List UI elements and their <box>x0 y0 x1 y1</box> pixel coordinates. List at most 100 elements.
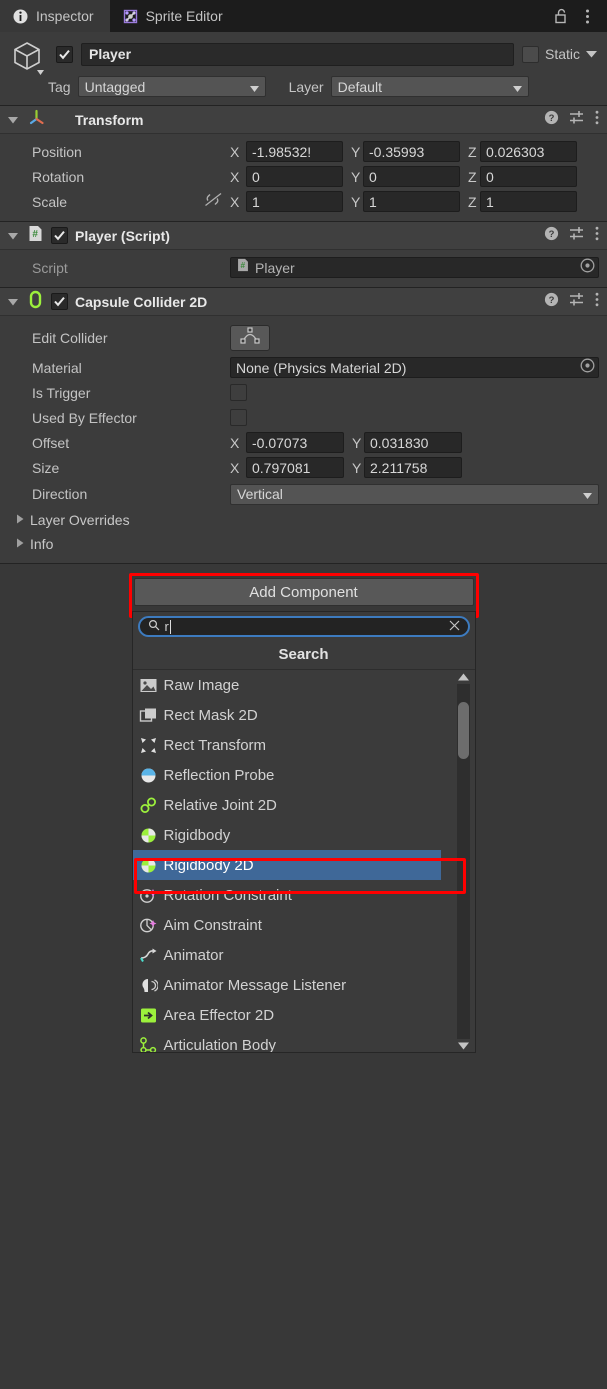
list-item[interactable]: Animator Message Listener <box>133 970 441 1000</box>
scale-z-input[interactable]: 1 <box>480 191 577 212</box>
rotation-x-input[interactable]: 0 <box>246 166 343 187</box>
kebab-menu-icon[interactable] <box>595 292 599 312</box>
layer-dropdown[interactable]: Default <box>330 76 529 97</box>
help-icon[interactable]: ? <box>544 292 559 312</box>
foldout-triangle-down-icon[interactable] <box>6 116 20 124</box>
position-x-input[interactable]: -1.98532! <box>246 141 343 162</box>
static-control: Static <box>521 45 597 63</box>
axis-x-label: X <box>230 168 240 185</box>
axis-y-label: Y <box>351 193 361 210</box>
tab-inspector[interactable]: Inspector <box>0 0 110 32</box>
scale-y-input[interactable]: 1 <box>363 191 460 212</box>
capsule-collider-title: Capsule Collider 2D <box>75 293 208 310</box>
player-script-body: Script # Player <box>0 250 607 287</box>
scroll-up-arrow-icon[interactable] <box>458 670 469 684</box>
capsule-collider-header[interactable]: Capsule Collider 2D ? <box>0 288 607 316</box>
component-list[interactable]: Raw Image Rect Mask 2D Rect Transform Re… <box>132 669 475 1052</box>
constrain-proportions-off-icon[interactable] <box>204 192 230 212</box>
clear-x-icon[interactable] <box>449 618 460 636</box>
object-picker-icon[interactable] <box>579 257 596 279</box>
component-search-panel: r Search Raw Image Rect Mask 2D Rect Tra… <box>131 611 476 1053</box>
position-z-input[interactable]: 0.026303 <box>480 141 577 162</box>
offset-x-input[interactable]: -0.07073 <box>246 432 344 453</box>
info-foldout[interactable]: Info <box>8 532 599 556</box>
static-label: Static <box>544 46 580 62</box>
list-item[interactable]: Articulation Body <box>133 1030 441 1052</box>
used-by-effector-checkbox[interactable] <box>230 409 247 426</box>
scrollbar-thumb[interactable] <box>458 702 469 759</box>
static-checkbox[interactable] <box>521 45 539 63</box>
preset-settings-icon[interactable] <box>569 292 585 312</box>
direction-dropdown[interactable]: Vertical <box>230 483 599 505</box>
search-input-value: r <box>164 619 171 634</box>
scroll-down-arrow-icon[interactable] <box>458 1039 469 1052</box>
axis-z-label: Z <box>468 143 477 160</box>
list-item[interactable]: Raw Image <box>133 670 441 700</box>
tag-dropdown[interactable]: Untagged <box>77 76 266 97</box>
list-item[interactable]: Relative Joint 2D <box>133 790 441 820</box>
offset-label: Offset <box>32 434 70 451</box>
help-icon[interactable]: ? <box>544 226 559 246</box>
list-item[interactable]: Rect Mask 2D <box>133 700 441 730</box>
offset-y-input[interactable]: 0.031830 <box>364 432 462 453</box>
gameobject-name-input[interactable]: Player <box>81 42 514 66</box>
is-trigger-checkbox[interactable] <box>230 384 247 401</box>
rotation-y-input[interactable]: 0 <box>363 166 460 187</box>
size-y-input[interactable]: 2.211758 <box>364 457 462 478</box>
list-item[interactable]: Reflection Probe <box>133 760 441 790</box>
position-y-input[interactable]: -0.35993 <box>363 141 460 162</box>
list-item[interactable]: Aim Constraint <box>133 910 441 940</box>
list-item[interactable]: Animator <box>133 940 441 970</box>
component-search-input[interactable]: r <box>137 616 470 637</box>
kebab-menu-icon[interactable] <box>595 110 599 130</box>
list-item-label: Animator Message Listener <box>163 976 347 994</box>
capsule-collider-enabled-checkbox[interactable] <box>51 293 68 310</box>
edit-collider-label: Edit Collider <box>32 330 108 346</box>
lock-open-icon[interactable] <box>551 4 571 28</box>
preset-settings-icon[interactable] <box>569 110 585 130</box>
list-item[interactable]: Rigidbody <box>133 820 441 850</box>
component-list-items: Raw Image Rect Mask 2D Rect Transform Re… <box>132 670 441 1052</box>
add-component-button-wrap: Add Component <box>128 573 479 618</box>
foldout-triangle-down-icon[interactable] <box>6 232 20 240</box>
size-x-input[interactable]: 0.797081 <box>246 457 344 478</box>
scrollbar-track[interactable] <box>457 684 470 1039</box>
transform-title: Transform <box>75 111 144 128</box>
text-cursor <box>169 620 171 634</box>
component-list-scrollbar[interactable] <box>454 670 473 1052</box>
kebab-menu-icon[interactable] <box>595 226 599 246</box>
axis-y-label: Y <box>351 168 361 185</box>
edit-collider-button[interactable] <box>230 325 270 351</box>
list-item-label: Rigidbody <box>163 826 231 844</box>
rotation-row: Rotation X 0 Y 0 Z 0 <box>8 164 599 189</box>
static-dropdown-caret-icon[interactable] <box>586 45 597 63</box>
rotation-z-input[interactable]: 0 <box>480 166 577 187</box>
list-item[interactable]: Rotation Constraint <box>133 880 441 910</box>
layer-overrides-foldout[interactable]: Layer Overrides <box>8 508 599 532</box>
player-script-header[interactable]: # Player (Script) ? <box>0 222 607 250</box>
offset-row: Offset X -0.07073 Y 0.031830 <box>8 430 599 455</box>
add-component-button[interactable]: Add Component <box>133 578 474 606</box>
axis-x-label: X <box>230 459 240 476</box>
script-object-field[interactable]: # Player <box>230 257 599 278</box>
gameobject-enabled-checkbox[interactable] <box>56 45 73 63</box>
material-row: Material None (Physics Material 2D) <box>8 355 599 380</box>
foldout-triangle-down-icon[interactable] <box>6 298 20 306</box>
object-picker-icon[interactable] <box>579 357 596 379</box>
scale-label: Scale <box>32 193 68 210</box>
list-item[interactable]: Rect Transform <box>133 730 441 760</box>
kebab-menu-icon[interactable] <box>577 4 597 28</box>
material-object-field[interactable]: None (Physics Material 2D) <box>230 357 599 378</box>
list-item[interactable]: Area Effector 2D <box>133 1000 441 1030</box>
preset-settings-icon[interactable] <box>569 226 585 246</box>
transform-header[interactable]: Transform ? <box>0 106 607 134</box>
player-script-enabled-checkbox[interactable] <box>51 227 68 244</box>
list-item-rigidbody-2d[interactable]: Rigidbody 2D <box>132 850 441 880</box>
direction-value: Vertical <box>237 486 283 502</box>
tab-sprite-editor[interactable]: Sprite Editor <box>110 0 239 32</box>
scale-x-input[interactable]: 1 <box>246 191 343 212</box>
help-icon[interactable]: ? <box>544 110 559 130</box>
position-label: Position <box>32 143 82 160</box>
layer-overrides-label: Layer Overrides <box>30 512 130 528</box>
svg-text:?: ? <box>549 229 555 240</box>
